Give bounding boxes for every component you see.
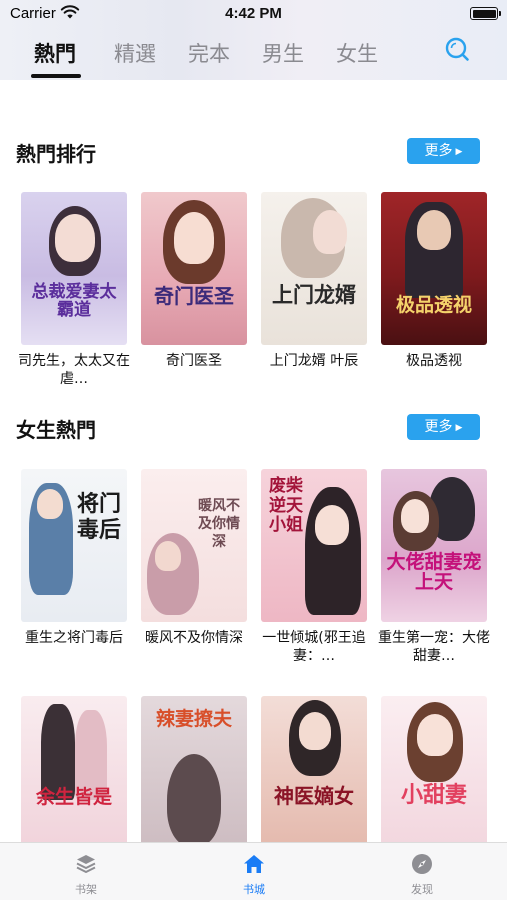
book-cover[interactable]: 极品透视 <box>381 192 487 345</box>
tabbar-bookstore[interactable]: 书城 <box>204 843 304 900</box>
tab-hot[interactable]: 熱門 <box>34 38 76 68</box>
active-tab-indicator <box>31 74 81 78</box>
more-button-hot-ranking[interactable]: 更多 ▶ <box>407 138 480 164</box>
battery-icon <box>470 7 501 20</box>
tabbar-label: 书架 <box>75 883 97 896</box>
bottom-tab-bar: 书架 书城 发现 <box>0 842 507 900</box>
layers-icon <box>76 855 96 873</box>
book-cover[interactable]: 将门毒后 <box>21 469 127 622</box>
status-bar: Carrier 4:42 PM <box>0 0 507 28</box>
tabbar-discover[interactable]: 发现 <box>372 843 472 900</box>
more-button-female-hot[interactable]: 更多 ▶ <box>407 414 480 440</box>
book-title: 司先生，太太又在虐… <box>18 353 130 387</box>
tab-female[interactable]: 女生 <box>336 38 378 68</box>
book-cover[interactable]: 辣妻撩夫 <box>141 696 247 849</box>
tab-featured[interactable]: 精選 <box>114 38 156 68</box>
cover-text: 小甜妻 <box>400 782 467 808</box>
book-title: 上门龙婿 叶辰 <box>269 353 359 369</box>
tab-completed[interactable]: 完本 <box>188 38 230 68</box>
cover-text: 上门龙婿 <box>272 282 356 307</box>
top-header: Carrier 4:42 PM 熱門 精選 完本 男生 女生 <box>0 0 507 80</box>
cover-text: 奇门医圣 <box>154 284 234 308</box>
book-cover[interactable]: 大佬甜妻宠上天 <box>381 469 487 622</box>
cover-text: 将门毒后 <box>76 491 121 544</box>
cover-text: 极品透视 <box>395 294 472 316</box>
book-cover[interactable]: 上门龙婿 <box>261 192 367 345</box>
section-title-female-hot: 女生熱門 <box>16 418 96 442</box>
tabbar-label: 发现 <box>411 883 433 896</box>
cover-text: 辣妻撩夫 <box>155 708 232 730</box>
tabbar-label: 书城 <box>243 883 265 896</box>
cover-text: 大佬甜妻宠上天 <box>386 551 482 593</box>
book-title: 一世倾城(邪王追妻：… <box>262 630 366 664</box>
cover-text: 废柴逆天小姐 <box>269 476 303 536</box>
book-cover[interactable]: 小甜妻 <box>381 696 487 849</box>
cover-text: 总裁爱妻太霸道 <box>31 282 117 320</box>
book-title: 暖风不及你情深 <box>145 630 243 646</box>
search-icon[interactable] <box>444 36 470 62</box>
book-title: 重生第一宠：大佬甜妻… <box>378 630 490 664</box>
book-cover[interactable]: 总裁爱妻太霸道 <box>21 192 127 345</box>
book-title: 重生之将门毒后 <box>25 630 123 646</box>
status-time: 4:42 PM <box>225 5 282 22</box>
book-cover[interactable]: 神医嫡女 <box>261 696 367 849</box>
book-cover[interactable]: 余生皆是 <box>21 696 127 849</box>
tabbar-bookshelf[interactable]: 书架 <box>36 843 136 900</box>
book-title: 极品透视 <box>406 353 462 369</box>
more-button-label: 更多 <box>424 143 453 159</box>
cover-text: 暖风不及你情深 <box>198 498 240 551</box>
home-icon <box>244 855 264 873</box>
tab-male[interactable]: 男生 <box>262 38 304 68</box>
compass-icon <box>412 854 432 874</box>
cover-text: 余生皆是 <box>35 786 112 808</box>
cover-text: 神医嫡女 <box>274 784 354 808</box>
book-cover[interactable]: 废柴逆天小姐 <box>261 469 367 622</box>
play-arrow-icon: ▶ <box>455 147 463 157</box>
book-title: 奇门医圣 <box>166 353 222 369</box>
more-button-label: 更多 <box>424 419 453 435</box>
book-cover[interactable]: 奇门医圣 <box>141 192 247 345</box>
category-tabs: 熱門 精選 完本 男生 女生 <box>0 30 507 78</box>
book-cover[interactable]: 暖风不及你情深 <box>141 469 247 622</box>
play-arrow-icon: ▶ <box>455 423 463 433</box>
section-title-hot-ranking: 熱門排行 <box>16 142 96 166</box>
